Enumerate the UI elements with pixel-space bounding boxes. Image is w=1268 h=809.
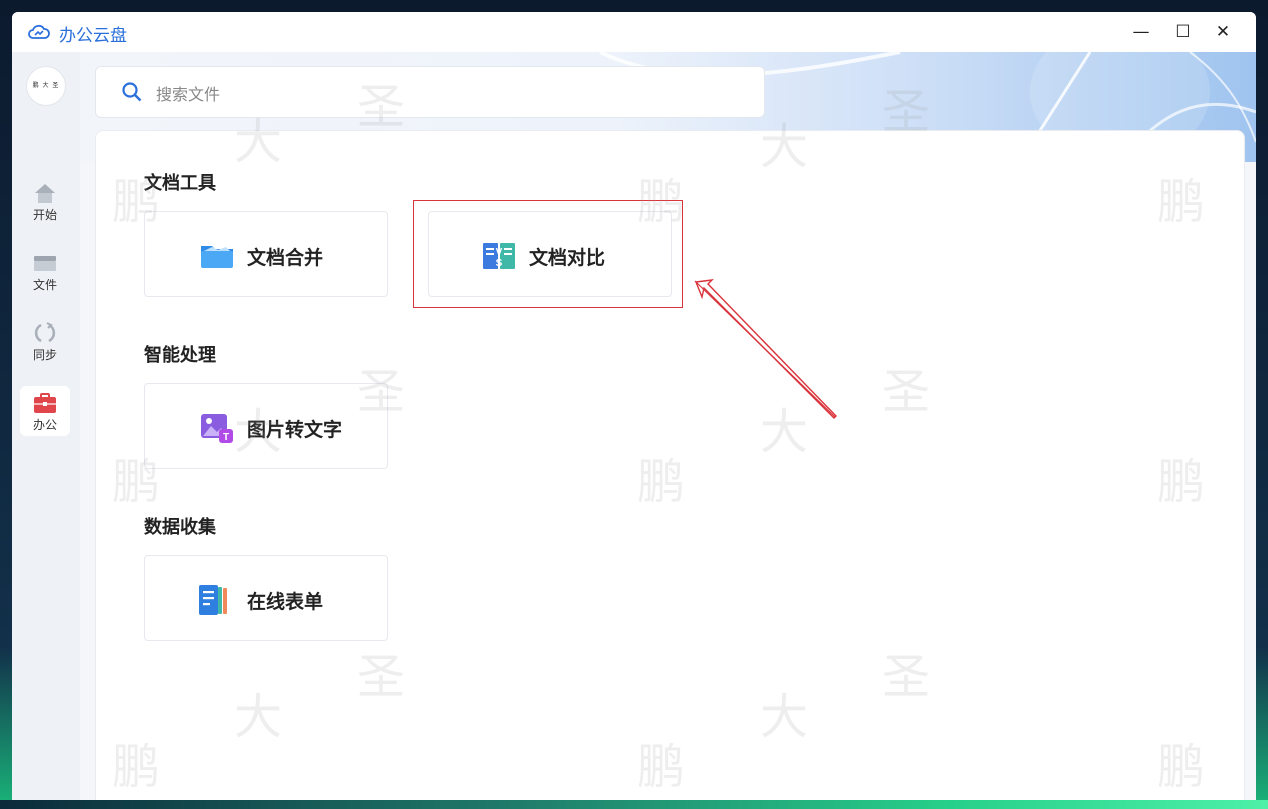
app-window: 办公云盘 — ☐ ✕ 鹏 大 圣 开始 文件 同步 办公 搜索文件 文档工具 文… <box>12 12 1256 800</box>
desktop-background-strip <box>0 800 1268 809</box>
annotation-arrow-icon <box>694 279 837 419</box>
